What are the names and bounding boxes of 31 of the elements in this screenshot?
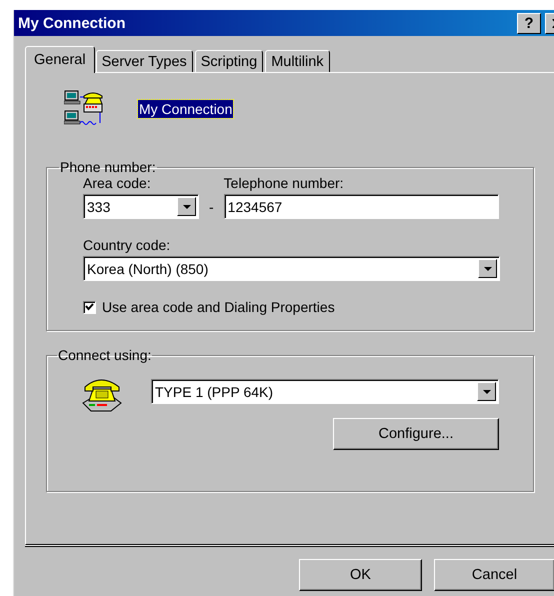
caret-icon — [182, 204, 190, 208]
tab[interactable]: Scripting — [194, 50, 264, 72]
dialog-button[interactable]: Cancel — [434, 559, 554, 591]
caret-icon — [482, 390, 490, 394]
dropdown-button[interactable] — [478, 259, 497, 278]
dialog-button[interactable]: OK — [299, 559, 422, 591]
area-code-combo[interactable]: 333 — [83, 194, 199, 219]
group-title: Connect using: — [57, 347, 152, 363]
group-title: Phone number: — [59, 159, 157, 175]
check-icon — [85, 303, 94, 311]
window-title: My Connection — [18, 14, 126, 32]
checkbox[interactable] — [83, 300, 96, 314]
dropdown-button[interactable] — [177, 197, 196, 216]
configure-button[interactable]: Configure... — [333, 418, 499, 450]
field-label: Area code: — [83, 175, 152, 191]
telephone-field[interactable]: 1234567 — [224, 194, 499, 219]
tab[interactable]: General — [25, 46, 95, 73]
separator-dash: - — [209, 199, 214, 217]
connection-name[interactable]: My Connection — [138, 100, 234, 118]
computers-phone-icon — [64, 90, 104, 128]
tab[interactable]: Multilink — [265, 50, 330, 72]
telephone-icon — [81, 377, 123, 413]
tab[interactable]: Server Types — [96, 50, 193, 72]
help-button[interactable]: ? — [517, 12, 541, 34]
field-label: Country code: — [83, 237, 172, 253]
checkbox-label: Use area code and Dialing Properties — [102, 299, 335, 315]
country-code-combo[interactable]: Korea (North) (850) — [83, 256, 500, 281]
device-combo[interactable]: TYPE 1 (PPP 64K) — [151, 379, 499, 404]
caret-icon — [484, 266, 492, 270]
field-label: Telephone number: — [224, 175, 345, 191]
dropdown-button[interactable] — [477, 382, 496, 401]
